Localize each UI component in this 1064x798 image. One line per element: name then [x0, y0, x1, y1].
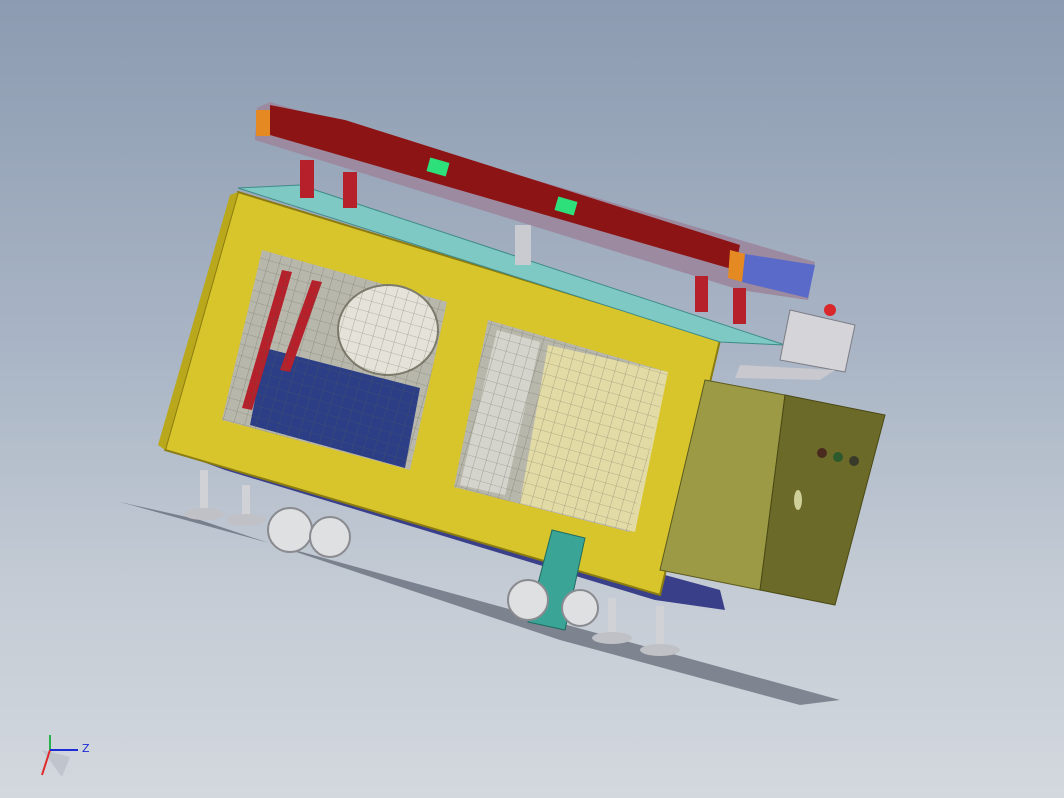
foot-2-pad	[226, 514, 266, 526]
post-d	[733, 288, 746, 324]
foot-3-pad	[592, 632, 632, 644]
post-a	[300, 160, 314, 198]
foot-3	[608, 598, 616, 634]
wheel-2	[309, 516, 351, 558]
foot-1	[200, 470, 208, 510]
foot-4-pad	[640, 644, 680, 656]
wheel-1	[267, 507, 313, 553]
center-shaft	[515, 225, 531, 265]
stop-button[interactable]	[824, 304, 836, 316]
orange-cap-right	[728, 250, 745, 282]
cabinet-light-1	[817, 448, 827, 458]
side-bracket	[779, 309, 856, 373]
machine-model[interactable]	[0, 0, 1064, 798]
z-axis-label: Z	[82, 742, 90, 755]
cabinet-light-2	[833, 452, 843, 462]
cabinet-handle[interactable]	[794, 490, 802, 510]
wheel-4	[561, 589, 599, 627]
foot-1-pad	[184, 508, 224, 520]
cad-viewport[interactable]: Z	[0, 0, 1064, 798]
foot-4	[656, 606, 664, 646]
post-b	[343, 172, 357, 208]
orange-cap-left	[256, 110, 270, 136]
cabinet-light-3	[849, 456, 859, 466]
post-c	[695, 276, 708, 312]
wheel-3	[507, 579, 549, 621]
